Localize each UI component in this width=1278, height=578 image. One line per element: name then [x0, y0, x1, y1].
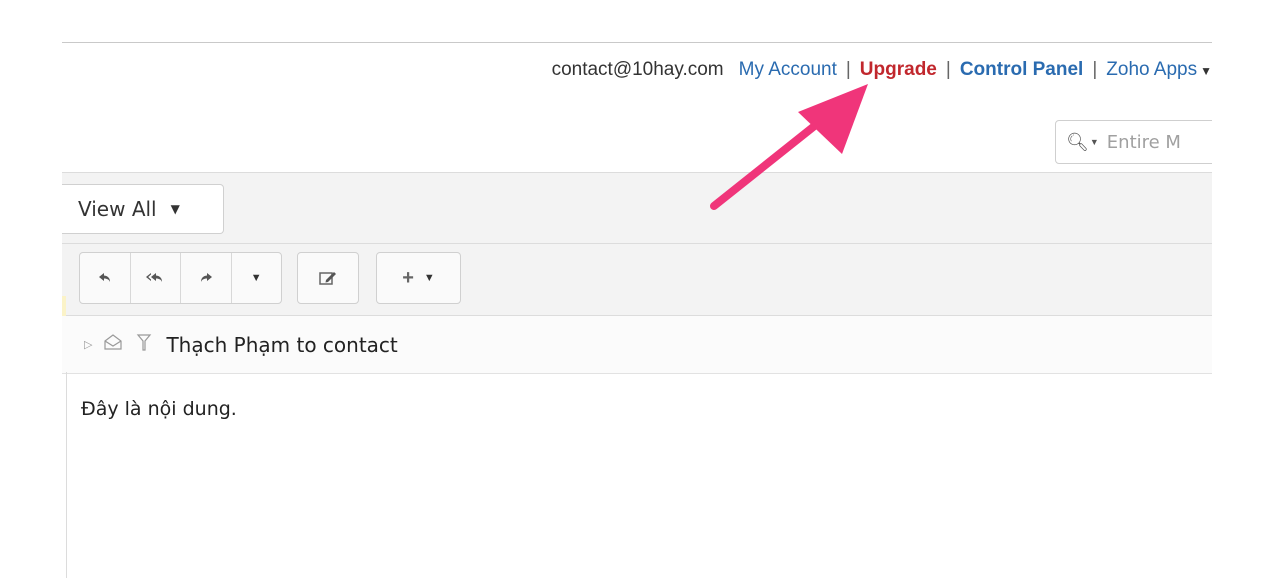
my-account-link[interactable]: My Account	[739, 59, 837, 81]
expand-triangle-icon[interactable]: ▷	[84, 338, 92, 351]
upgrade-link[interactable]: Upgrade	[860, 59, 937, 81]
view-all-dropdown[interactable]: View All ▼	[62, 184, 224, 234]
zoho-apps-menu[interactable]: Zoho Apps ▼	[1106, 59, 1212, 81]
content-divider	[66, 372, 67, 578]
account-links: contact@10hay.com My Account | Upgrade |…	[552, 57, 1212, 83]
add-menu-button[interactable]: + ▼	[377, 253, 460, 303]
search-icon[interactable]: 🔍︎	[1066, 132, 1089, 153]
more-reply-options[interactable]: ▼	[232, 253, 282, 303]
search-placeholder: Entire M	[1106, 131, 1181, 153]
compose-button-group	[297, 252, 359, 304]
envelope-open-icon[interactable]	[104, 334, 123, 355]
message-body: Đây là nội dung.	[81, 398, 237, 420]
add-button-group: + ▼	[376, 252, 461, 304]
message-summary: Thạch Phạm to contact	[166, 332, 398, 357]
reply-all-button[interactable]	[131, 253, 181, 303]
reply-all-icon	[146, 273, 163, 282]
annotation-arrow	[710, 84, 868, 210]
message-header[interactable]: ▷ Thạch Phạm to contact	[62, 316, 1212, 374]
reply-icon	[98, 273, 110, 282]
top-divider	[62, 42, 1212, 43]
control-panel-link[interactable]: Control Panel	[960, 59, 1084, 81]
forward-icon	[200, 273, 212, 282]
chevron-down-icon: ▼	[250, 272, 262, 284]
view-all-label: View All	[78, 197, 157, 221]
view-toolbar	[62, 172, 1212, 244]
user-email: contact@10hay.com	[551, 59, 724, 80]
chevron-down-icon: ▼	[170, 202, 180, 216]
link-separator: |	[1092, 59, 1098, 80]
link-separator: |	[845, 59, 851, 80]
chevron-down-icon: ▼	[1200, 64, 1212, 78]
edit-icon	[319, 272, 336, 285]
page-margin	[1212, 0, 1278, 578]
search-input[interactable]: 🔍︎ ▼ Entire M	[1055, 120, 1225, 164]
chevron-down-icon: ▼	[423, 272, 435, 284]
chevron-down-icon[interactable]: ▼	[1090, 137, 1099, 147]
plus-icon: +	[402, 266, 414, 289]
flag-icon[interactable]	[136, 333, 152, 356]
zoho-apps-label: Zoho Apps	[1106, 59, 1198, 80]
link-separator: |	[945, 59, 951, 80]
forward-button[interactable]	[181, 253, 232, 303]
reply-button[interactable]	[80, 253, 131, 303]
reply-button-group: ▼	[79, 252, 282, 304]
edit-button[interactable]	[298, 253, 358, 303]
